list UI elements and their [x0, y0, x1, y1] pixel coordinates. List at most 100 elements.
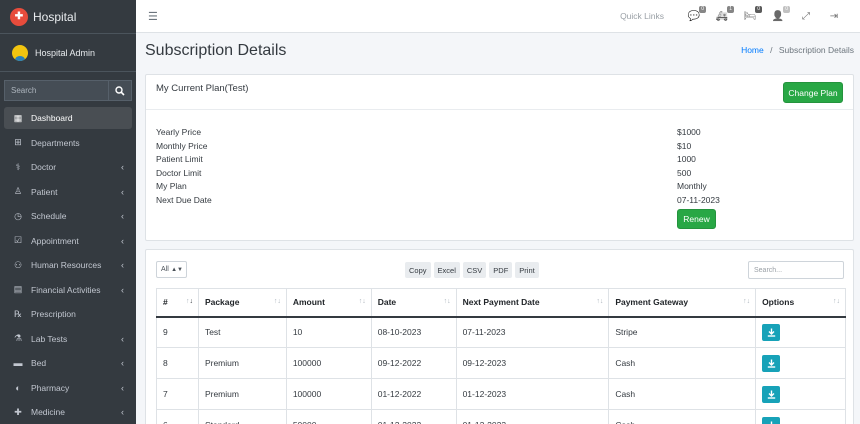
column-header[interactable]: Package ↑↓ [197, 288, 287, 318]
notification-badge: 0 [783, 6, 790, 13]
plan-detail-label: My Plan [156, 181, 187, 192]
plan-detail-value: $1000 [677, 127, 701, 137]
sidebar-item-departments[interactable]: ⊞ Departments [4, 132, 132, 154]
export-pdf-button[interactable]: PDF [489, 262, 513, 278]
chat-icon[interactable]: 💬 0 [687, 6, 706, 22]
breadcrumb-home[interactable]: Home [741, 45, 764, 55]
brand-text: Hospital [33, 9, 77, 24]
sidebar-item-bed[interactable]: ▬ Bed ‹ [4, 352, 132, 374]
plan-detail-row: Next Due Date 07-11-2023 [156, 195, 846, 209]
column-header[interactable]: Options ↑↓ [755, 288, 846, 318]
sidebar-item-label: Bed [31, 358, 47, 368]
sort-icon: ↑↓ [185, 298, 193, 305]
sidebar-item-schedule[interactable]: ◷ Schedule ‹ [4, 205, 132, 227]
table-cell: Standard [197, 409, 287, 424]
breadcrumb-separator: / [770, 45, 773, 55]
table-search-input[interactable]: Search... [748, 261, 844, 279]
column-header-label: Options [762, 297, 795, 308]
sort-icon: ↑↓ [833, 298, 840, 305]
table-body: 9 Test 10 08-10-2023 07-11-2023 Stripe 8 Premiu… [156, 316, 846, 424]
table-cell: Premium [197, 347, 287, 379]
sidebar-item-pharmacy[interactable]: ◐ Pharmacy ‹ [4, 377, 132, 399]
sidebar-item-prescription[interactable]: ℞ Prescription [4, 303, 132, 325]
download-button[interactable] [762, 323, 781, 341]
table-cell: 50000 [285, 409, 372, 424]
sidebar-item-human-resources[interactable]: ⚇ Human Resources ‹ [4, 254, 132, 276]
column-header[interactable]: # ↑↓ [156, 288, 199, 318]
pills-icon: ◐ [15, 382, 21, 393]
sidebar-item-dashboard[interactable]: ▦ Dashboard [4, 107, 132, 129]
options-cell [755, 378, 846, 410]
notification-badge: 0 [699, 6, 706, 13]
bed-icon[interactable]: 🛏 0 [743, 6, 762, 22]
table-cell: Premium [197, 378, 287, 410]
page-title: Subscription Details [145, 42, 287, 59]
logout-icon[interactable]: ⇥ [827, 10, 841, 22]
topbar-right: Quick Links 💬 0 🚑 1 🛏 0 👤 0 ⤢ ⇥ [620, 6, 848, 22]
breadcrumb-current: Subscription Details [778, 45, 854, 55]
download-button[interactable] [762, 416, 781, 424]
table-cell: 100000 [285, 347, 372, 379]
sidebar-item-appointment[interactable]: ☑ Appointment ‹ [4, 230, 132, 252]
table-cell: 09-12-2022 [370, 347, 457, 379]
users-icon: ⚇ [13, 259, 23, 270]
options-cell [755, 347, 846, 379]
change-plan-button[interactable]: Change Plan [783, 82, 843, 103]
column-header[interactable]: Next Payment Date ↑↓ [455, 288, 610, 318]
hospital-logo-icon: ✚ [10, 7, 28, 26]
table-cell: 100000 [285, 378, 372, 410]
topbar: ☰ Quick Links 💬 0 🚑 1 🛏 0 👤 0 ⤢ ⇥ [136, 0, 860, 33]
table-cell: 01-12-2022 [370, 378, 457, 410]
sidebar-item-label: Patient [31, 186, 58, 197]
plan-detail-label: Doctor Limit [156, 167, 202, 178]
page-length-select[interactable]: All ▲▼ [156, 261, 187, 278]
table-cell: 01-12-2023 [455, 409, 610, 424]
sidebar-item-lab-tests[interactable]: ⚗ Lab Tests ‹ [4, 328, 132, 350]
chevron-left-icon: ‹ [121, 358, 124, 368]
doctor-icon: ⚕ [15, 161, 21, 172]
sidebar-item-label: Dashboard [31, 113, 73, 123]
bed-icon: ▬ [13, 358, 23, 368]
sidebar-search-button[interactable] [108, 80, 132, 101]
column-header-label: # [163, 297, 168, 308]
brand-link[interactable]: ✚ Hospital [0, 0, 136, 34]
hamburger-menu-icon[interactable]: ☰ [148, 10, 158, 23]
renew-button[interactable]: Renew [677, 209, 716, 229]
notification-badge: 1 [727, 6, 734, 13]
flask-icon: ⚗ [13, 333, 23, 343]
column-header[interactable]: Amount ↑↓ [285, 288, 372, 318]
user-icon[interactable]: 👤 0 [771, 6, 790, 22]
sidebar-item-label: Medicine [31, 407, 66, 417]
table-cell: Test [197, 316, 287, 348]
download-button[interactable] [762, 354, 781, 372]
sidebar-item-medicine[interactable]: ✚ Medicine ‹ [4, 401, 132, 423]
chevron-left-icon: ‹ [121, 407, 124, 417]
quick-links[interactable]: Quick Links [620, 11, 664, 21]
sidebar-item-financial-activities[interactable]: ▤ Financial Activities ‹ [4, 279, 132, 301]
grid-icon: ▦ [13, 112, 23, 123]
table-cell: 6 [156, 409, 199, 424]
expand-icon[interactable]: ⤢ [799, 10, 813, 22]
sidebar-item-doctor[interactable]: ⚕ Doctor ‹ [4, 156, 132, 178]
current-plan-card: My Current Plan(Test) Change Plan Yearly… [145, 74, 854, 241]
export-copy-button[interactable]: Copy [405, 262, 431, 278]
export-csv-button[interactable]: CSV [462, 262, 487, 278]
sitemap-icon: ⊞ [14, 137, 22, 147]
sidebar-item-label: Human Resources [31, 260, 102, 270]
sidebar-item-label: Departments [31, 137, 80, 148]
sidebar-item-patient[interactable]: ♙ Patient ‹ [4, 181, 132, 203]
download-button[interactable] [762, 385, 781, 403]
ambulance-icon[interactable]: 🚑 1 [715, 6, 734, 22]
export-print-button[interactable]: Print [515, 262, 539, 278]
column-header[interactable]: Payment Gateway ↑↓ [608, 288, 757, 318]
user-panel[interactable]: Hospital Admin [0, 34, 136, 72]
chevron-left-icon: ‹ [121, 235, 124, 246]
sidebar-search-input[interactable]: Search [4, 80, 108, 101]
plan-detail-row: Monthly Price $10 [156, 141, 846, 155]
column-header[interactable]: Date ↑↓ [370, 288, 457, 318]
export-excel-button[interactable]: Excel [433, 262, 460, 278]
table-cell: 7 [156, 378, 199, 410]
table-cell: Cash [608, 378, 757, 410]
chevron-left-icon: ‹ [121, 382, 124, 393]
user-name[interactable]: Hospital Admin [35, 48, 95, 58]
